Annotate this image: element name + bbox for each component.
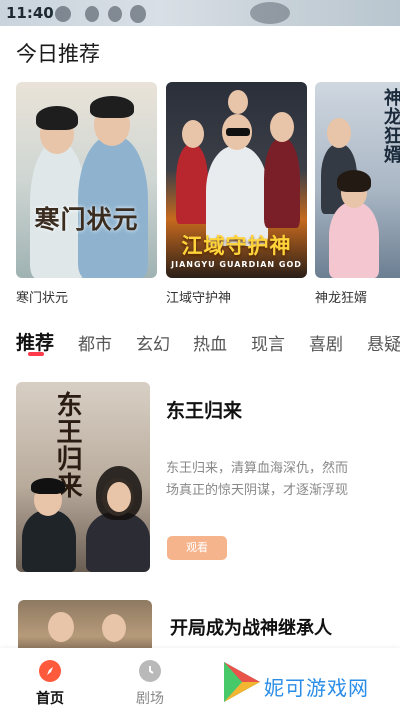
active-tab-indicator <box>28 352 44 356</box>
status-time: 11:40 <box>6 4 54 22</box>
watch-button[interactable]: 观看 <box>167 536 227 560</box>
featured-title[interactable]: 开局成为战神继承人 <box>170 614 332 640</box>
poster-caption: 神龙狂婿 <box>315 291 368 306</box>
poster-cover[interactable]: 神龙狂婿 <box>315 82 400 278</box>
nav-theater[interactable]: 剧场 <box>120 660 180 708</box>
poster-art-title: 神龙狂婿 <box>381 88 400 164</box>
poster-caption: 寒门状元 <box>16 291 69 306</box>
watermark-text: 妮可游戏网 <box>264 676 369 700</box>
nav-home[interactable]: 首页 <box>20 660 80 708</box>
poster-caption: 江域守护神 <box>166 291 232 306</box>
home-compass-icon <box>39 660 61 682</box>
poster-art-subtitle: JIANGYU GUARDIAN GOD <box>171 260 302 269</box>
recommend-row: 寒门状元 寒门状元 江域守护神 JIANGYU GUARDIAN GOD 江域守… <box>16 82 400 312</box>
tab-recommend[interactable]: 推荐 <box>16 328 54 355</box>
tab-action[interactable]: 热血 <box>193 330 227 355</box>
tab-comedy[interactable]: 喜剧 <box>309 330 343 355</box>
featured-desc-line: 东王归来，清算血海深仇，然而 <box>166 461 349 476</box>
featured-description: 东王归来，清算血海深仇，然而 场真正的惊天阴谋，才逐渐浮现 <box>166 458 384 502</box>
poster-card[interactable]: 江域守护神 JIANGYU GUARDIAN GOD 江域守护神 <box>166 82 307 306</box>
featured-desc-line: 场真正的惊天阴谋，才逐渐浮现 <box>166 483 349 498</box>
poster-cover[interactable]: 寒门状元 <box>16 82 157 278</box>
tab-city[interactable]: 都市 <box>78 330 112 355</box>
theater-clock-icon <box>139 660 161 682</box>
category-tabs: 推荐 都市 玄幻 热血 现言 喜剧 悬疑 <box>16 330 400 360</box>
poster-cover[interactable]: 江域守护神 JIANGYU GUARDIAN GOD <box>166 82 307 278</box>
featured-card[interactable]: 东王归来 东王归来 东王归来，清算血海深仇，然而 场真正的惊天阴谋，才逐渐浮现 … <box>16 382 400 572</box>
watermark: 妮可游戏网 <box>218 658 400 708</box>
section-title: 今日推荐 <box>16 42 100 66</box>
tab-romance[interactable]: 现言 <box>251 330 285 355</box>
tab-mystery[interactable]: 悬疑 <box>367 330 400 355</box>
play-logo-icon <box>224 662 260 702</box>
status-bar: 11:40 <box>0 0 400 26</box>
poster-card[interactable]: 神龙狂婿 神龙狂婿 <box>315 82 400 306</box>
featured-title[interactable]: 东王归来 <box>166 396 242 423</box>
nav-home-label: 首页 <box>36 691 64 707</box>
tab-fantasy[interactable]: 玄幻 <box>136 330 170 355</box>
poster-card[interactable]: 寒门状元 寒门状元 <box>16 82 157 306</box>
poster-art-title: 寒门状元 <box>34 205 139 234</box>
nav-theater-label: 剧场 <box>136 691 164 707</box>
featured-cover[interactable]: 东王归来 <box>16 382 150 572</box>
poster-art-title: 江域守护神 <box>181 234 292 258</box>
